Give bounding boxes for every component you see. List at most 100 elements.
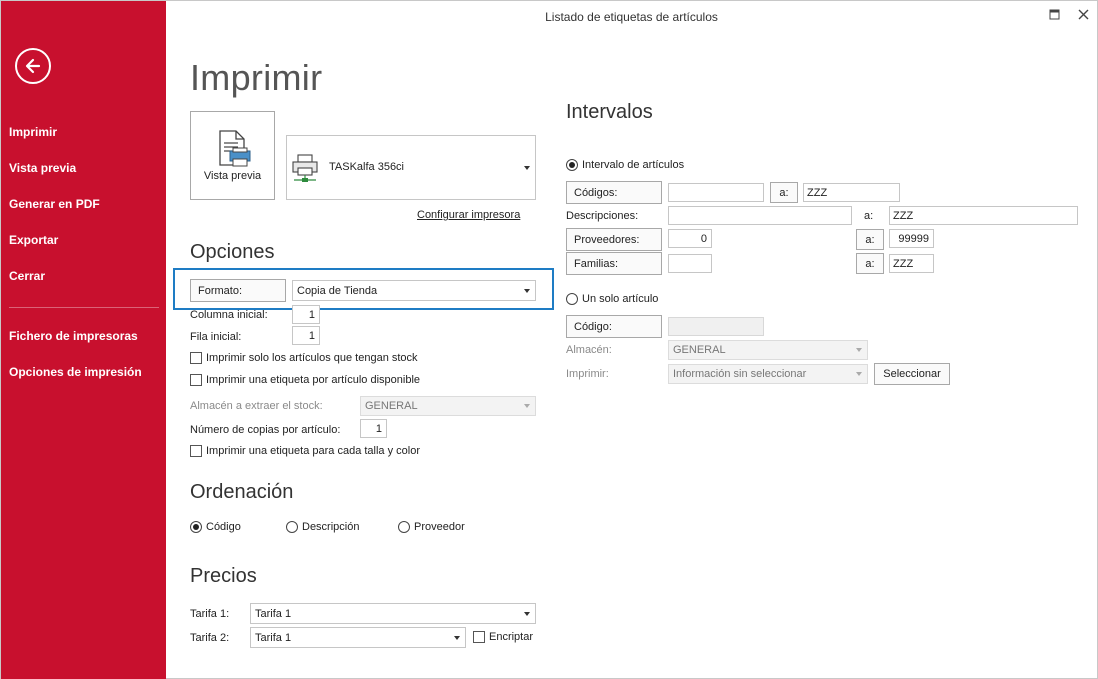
radio-un-solo-articulo[interactable]: Un solo artículo: [566, 293, 658, 305]
proveedores-a-button[interactable]: a:: [856, 229, 884, 250]
arrow-left-icon: [25, 58, 41, 74]
checkbox-encriptar-label: Encriptar: [489, 631, 534, 643]
tarifa2-value: Tarifa 1: [255, 631, 292, 644]
almacen-label: Almacén:: [566, 344, 612, 356]
checkbox-solo-stock[interactable]: Imprimir solo los artículos que tengan s…: [190, 352, 418, 364]
checkbox-box: [190, 445, 202, 457]
radio-dot: [566, 159, 578, 171]
radio-orden-proveedor-label: Proveedor: [414, 521, 465, 533]
radio-orden-codigo[interactable]: Código: [190, 521, 241, 533]
sidebar-item-imprimir[interactable]: Imprimir: [9, 125, 57, 139]
imprimir-value: Información sin seleccionar: [673, 368, 807, 380]
columna-inicial-label: Columna inicial:: [190, 309, 268, 321]
radio-orden-proveedor[interactable]: Proveedor: [398, 521, 465, 533]
radio-intervalo-articulos-label: Intervalo de artículos: [582, 159, 685, 171]
page-title: Imprimir: [190, 57, 323, 98]
imprimir-select[interactable]: Información sin seleccionar: [668, 364, 868, 384]
radio-intervalo-articulos[interactable]: Intervalo de artículos: [566, 159, 684, 171]
almacen-value: GENERAL: [673, 344, 726, 356]
codigo-button[interactable]: Código:: [566, 315, 662, 338]
imprimir-label: Imprimir:: [566, 368, 609, 380]
sidebar-item-generar-pdf[interactable]: Generar en PDF: [9, 197, 100, 211]
printer-select[interactable]: TASKalfa 356ci: [286, 135, 536, 200]
network-printer-icon: [292, 154, 318, 182]
sidebar: Imprimir Vista previa Generar en PDF Exp…: [1, 1, 166, 679]
checkbox-box: [190, 352, 202, 364]
proveedores-button[interactable]: Proveedores:: [566, 228, 662, 251]
tarifa1-label: Tarifa 1:: [190, 608, 230, 620]
codigo-input[interactable]: [668, 317, 764, 336]
almacen-stock-select[interactable]: GENERAL: [360, 396, 536, 416]
formato-button[interactable]: Formato:: [190, 279, 286, 302]
fila-inicial-input[interactable]: 1: [292, 326, 320, 345]
sidebar-item-vista-previa[interactable]: Vista previa: [9, 161, 76, 175]
familias-from-input[interactable]: [668, 254, 712, 273]
sidebar-item-exportar[interactable]: Exportar: [9, 233, 58, 247]
close-icon: [1078, 9, 1088, 19]
checkbox-box: [473, 631, 485, 643]
checkbox-por-articulo[interactable]: Imprimir una etiqueta por artículo dispo…: [190, 374, 420, 386]
radio-un-solo-articulo-label: Un solo artículo: [582, 293, 659, 305]
printer-name: TASKalfa 356ci: [329, 161, 405, 173]
proveedores-from-input[interactable]: 0: [668, 229, 712, 248]
chevron-down-icon: [524, 611, 530, 616]
preview-button-label: Vista previa: [203, 170, 262, 182]
radio-orden-descripcion-label: Descripción: [302, 521, 360, 533]
copias-input[interactable]: 1: [360, 419, 387, 438]
back-button[interactable]: [15, 48, 51, 84]
radio-dot: [566, 293, 578, 305]
radio-dot: [286, 521, 298, 533]
tarifa1-value: Tarifa 1: [255, 607, 292, 620]
copias-label: Número de copias por artículo:: [190, 424, 341, 436]
familias-a-button[interactable]: a:: [856, 253, 884, 274]
sidebar-item-fichero-impresoras[interactable]: Fichero de impresoras: [9, 329, 138, 343]
radio-orden-codigo-label: Código: [206, 521, 241, 533]
seleccionar-button[interactable]: Seleccionar: [874, 363, 950, 385]
chevron-down-icon: [454, 635, 460, 640]
formato-select[interactable]: Copia de Tienda: [292, 280, 536, 301]
codigos-button[interactable]: Códigos:: [566, 181, 662, 204]
tarifa1-select[interactable]: Tarifa 1: [250, 603, 536, 624]
proveedores-to-input[interactable]: 99999: [889, 229, 934, 248]
preview-button[interactable]: Vista previa: [190, 111, 275, 200]
fila-inicial-label: Fila inicial:: [190, 331, 242, 343]
codigos-from-input[interactable]: [668, 183, 764, 202]
almacen-stock-label: Almacén a extraer el stock:: [190, 400, 323, 412]
sidebar-item-opciones-impresion[interactable]: Opciones de impresión: [9, 365, 142, 379]
almacen-select[interactable]: GENERAL: [668, 340, 868, 360]
descripciones-a-label: a:: [864, 210, 874, 222]
configure-printer-link[interactable]: Configurar impresora: [417, 209, 520, 221]
tarifa2-label: Tarifa 2:: [190, 632, 230, 644]
precios-heading: Precios: [190, 565, 257, 587]
descripciones-from-input[interactable]: [668, 206, 852, 225]
descripciones-to-input[interactable]: ZZZ: [889, 206, 1078, 225]
print-preview-icon: [219, 130, 251, 167]
columna-inicial-input[interactable]: 1: [292, 305, 320, 324]
checkbox-por-articulo-label: Imprimir una etiqueta por artículo dispo…: [206, 374, 421, 386]
chevron-down-icon: [524, 404, 530, 408]
maximize-icon: [1049, 9, 1059, 19]
familias-button[interactable]: Familias:: [566, 252, 662, 275]
checkbox-box: [190, 374, 202, 386]
checkbox-talla-color[interactable]: Imprimir una etiqueta para cada talla y …: [190, 445, 420, 457]
checkbox-talla-color-label: Imprimir una etiqueta para cada talla y …: [206, 445, 420, 457]
radio-dot: [190, 521, 202, 533]
checkbox-encriptar[interactable]: Encriptar: [473, 631, 533, 643]
radio-dot: [398, 521, 410, 533]
opciones-heading: Opciones: [190, 241, 275, 263]
sidebar-item-cerrar[interactable]: Cerrar: [9, 269, 45, 283]
chevron-down-icon: [524, 166, 530, 170]
descripciones-label: Descripciones:: [566, 210, 639, 222]
formato-value: Copia de Tienda: [297, 284, 378, 297]
close-button[interactable]: [1072, 5, 1094, 23]
chevron-down-icon: [524, 288, 530, 293]
maximize-button[interactable]: [1043, 5, 1065, 23]
tarifa2-select[interactable]: Tarifa 1: [250, 627, 466, 648]
codigos-to-input[interactable]: ZZZ: [803, 183, 900, 202]
familias-to-input[interactable]: ZZZ: [889, 254, 934, 273]
radio-orden-descripcion[interactable]: Descripción: [286, 521, 359, 533]
chevron-down-icon: [856, 348, 862, 352]
almacen-stock-value: GENERAL: [365, 400, 418, 412]
window-title: Listado de etiquetas de artículos: [545, 10, 718, 24]
codigos-a-button[interactable]: a:: [770, 182, 798, 203]
